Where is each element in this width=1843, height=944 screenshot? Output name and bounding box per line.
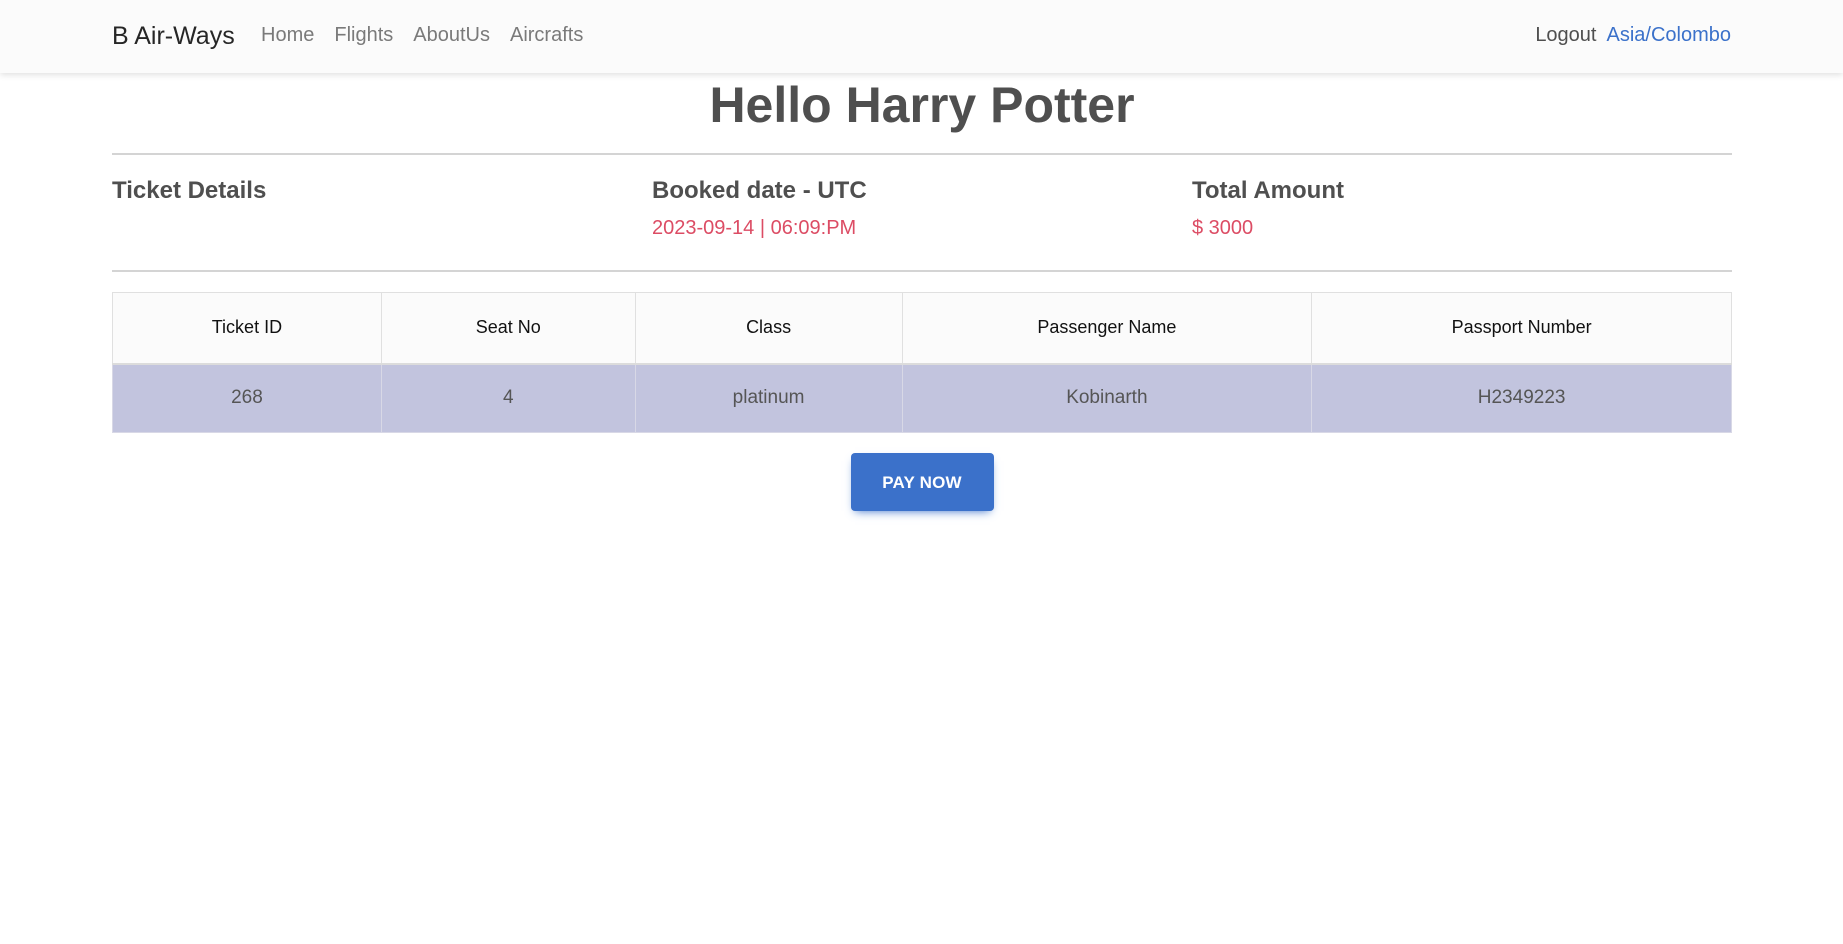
nav-links: Home Flights AboutUs Aircrafts: [251, 24, 593, 47]
nav-link-home[interactable]: Home: [251, 24, 324, 47]
booked-date-column: Booked date - UTC 2023-09-14 | 06:09:PM: [652, 177, 1192, 270]
brand-logo[interactable]: B Air-Ways: [112, 22, 235, 51]
cell-ticket-id: 268: [112, 363, 382, 433]
pay-action-area: PAY NOW: [112, 453, 1732, 511]
column-header-passport-number: Passport Number: [1311, 292, 1732, 365]
greeting-title: Hello Harry Potter: [709, 77, 1135, 133]
cell-passenger-name: Kobinarth: [901, 363, 1313, 433]
booked-date-heading: Booked date - UTC: [652, 177, 867, 204]
column-header-class: Class: [634, 292, 903, 365]
nav-link-aircrafts[interactable]: Aircrafts: [500, 24, 593, 47]
table-row[interactable]: 268 4 platinum Kobinarth H2349223: [112, 363, 1732, 433]
ticket-details-column: Ticket Details: [112, 177, 652, 270]
total-amount-column: Total Amount $ 3000: [1192, 177, 1732, 270]
booked-date-value: 2023-09-14 | 06:09:PM: [652, 217, 857, 239]
ticket-details-heading: Ticket Details: [112, 177, 267, 204]
cell-passport-number: H2349223: [1311, 363, 1732, 433]
main-content: Hello Harry Potter Ticket Details Booked…: [112, 73, 1732, 511]
tickets-table: Ticket ID Seat No Class Passenger Name P…: [112, 292, 1732, 433]
pay-now-button[interactable]: PAY NOW: [850, 453, 994, 511]
column-header-seat-no: Seat No: [380, 292, 636, 365]
nav-link-aboutus[interactable]: AboutUs: [403, 24, 500, 47]
logout-link[interactable]: Logout: [1535, 24, 1596, 47]
cell-seat-no: 4: [380, 363, 636, 433]
column-header-passenger-name: Passenger Name: [901, 292, 1313, 365]
timezone-label: Asia/Colombo: [1606, 24, 1731, 46]
total-amount-value: $ 3000: [1192, 217, 1254, 239]
total-amount-heading: Total Amount: [1192, 177, 1344, 204]
column-header-ticket-id: Ticket ID: [112, 292, 382, 365]
divider: [112, 270, 1732, 272]
table-header-row: Ticket ID Seat No Class Passenger Name P…: [112, 292, 1732, 365]
ticket-summary: Ticket Details Booked date - UTC 2023-09…: [112, 155, 1732, 270]
cell-class: platinum: [634, 363, 903, 433]
nav-link-flights[interactable]: Flights: [324, 24, 403, 47]
navbar: B Air-Ways Home Flights AboutUs Aircraft…: [0, 0, 1843, 73]
nav-right: Logout Asia/Colombo: [1535, 24, 1731, 47]
